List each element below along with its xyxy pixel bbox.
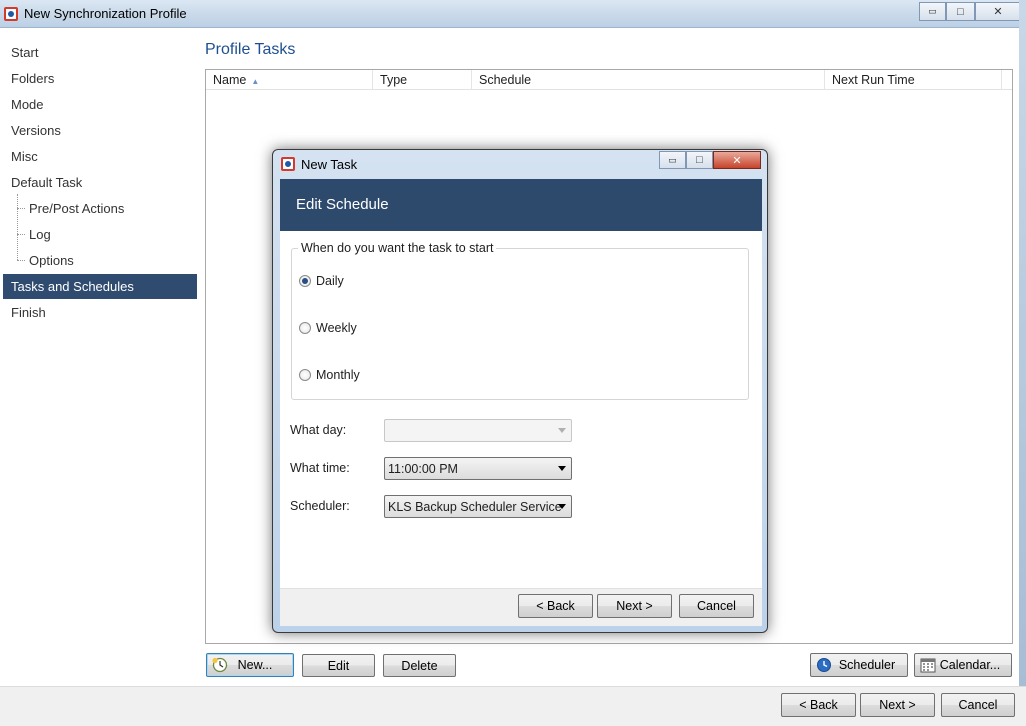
sidebar-item-log[interactable]: Log [3,222,197,247]
dialog-footer: < Back Next > Cancel [280,588,762,626]
clock-plus-icon [212,657,228,673]
dialog-minimize-button[interactable]: ▭ [659,151,686,169]
radio-weekly[interactable]: Weekly [299,319,357,337]
close-icon: ✕ [993,6,1003,18]
sort-ascending-icon: ▲ [251,77,260,86]
what-day-label: What day: [290,423,347,437]
window-title: New Synchronization Profile [24,6,187,21]
dialog-back-button[interactable]: < Back [518,594,593,618]
chevron-down-icon [558,466,566,471]
what-time-label: What time: [290,461,350,475]
cancel-button[interactable]: Cancel [941,693,1015,717]
radio-monthly[interactable]: Monthly [299,366,360,384]
scheduler-button[interactable]: Scheduler [810,653,908,677]
table-header: Name ▲ Type Schedule Next Run Time [206,70,1012,90]
radio-daily[interactable]: Daily [299,272,344,290]
clock-icon [817,658,831,672]
delete-task-button[interactable]: Delete [383,654,456,677]
sidebar-item-mode[interactable]: Mode [3,92,197,117]
sidebar-item-folders[interactable]: Folders [3,66,197,91]
scheduler-select[interactable]: KLS Backup Scheduler Service [384,495,572,518]
radio-button-checked[interactable] [299,275,311,287]
sidebar-item-finish[interactable]: Finish [3,300,197,325]
close-icon: ✕ [732,154,742,167]
new-task-dialog: New Task ▭ □ ✕ Edit Schedule When do you… [272,149,768,633]
dialog-next-button[interactable]: Next > [597,594,672,618]
sidebar-item-misc[interactable]: Misc [3,144,197,169]
column-header-next-run-time[interactable]: Next Run Time [825,70,1002,90]
radio-button[interactable] [299,369,311,381]
group-label: When do you want the task to start [298,241,497,255]
sidebar-item-tasks-and-schedules[interactable]: Tasks and Schedules [3,274,197,299]
maximize-icon: □ [957,5,964,18]
dialog-title: New Task [301,157,358,172]
dialog-close-button[interactable]: ✕ [713,151,761,169]
wizard-footer: < Back Next > Cancel [0,686,1026,726]
column-header-name[interactable]: Name ▲ [206,70,373,90]
edit-task-button[interactable]: Edit [302,654,375,677]
next-button[interactable]: Next > [860,693,935,717]
sidebar-nav: Start Folders Mode Versions Misc Default… [3,38,198,686]
calendar-button[interactable]: Calendar... [914,653,1012,677]
dialog-body: When do you want the task to start Daily… [280,231,762,588]
what-time-select[interactable]: 11:00:00 PM [384,457,572,480]
column-header-schedule[interactable]: Schedule [472,70,825,90]
minimize-icon: ▭ [668,154,677,165]
start-option-group: When do you want the task to start Daily… [291,241,749,400]
new-task-button[interactable]: New... [206,653,294,677]
dialog-maximize-button[interactable]: □ [686,151,713,169]
sidebar-item-versions[interactable]: Versions [3,118,197,143]
minimize-icon: ▭ [928,6,937,16]
minimize-button[interactable]: ▭ [919,2,946,21]
radio-button[interactable] [299,322,311,334]
dialog-header: Edit Schedule [280,179,762,231]
chevron-down-icon [558,504,566,509]
scheduler-label: Scheduler: [290,499,350,513]
sidebar-item-options[interactable]: Options [3,248,197,273]
app-icon [281,157,295,171]
sidebar-item-start[interactable]: Start [3,40,197,65]
window-title-bar: New Synchronization Profile ▭ □ ✕ [0,0,1026,28]
back-button[interactable]: < Back [781,693,856,717]
page-title: Profile Tasks [205,41,296,58]
chevron-down-icon [558,428,566,433]
calendar-icon [920,658,936,673]
maximize-button[interactable]: □ [946,2,975,21]
column-header-type[interactable]: Type [373,70,472,90]
app-icon [4,7,18,21]
what-day-select [384,419,572,442]
window-border [1019,0,1026,686]
sidebar-item-pre-post-actions[interactable]: Pre/Post Actions [3,196,197,221]
sidebar-item-default-task[interactable]: Default Task [3,170,197,195]
close-window-button[interactable]: ✕ [975,2,1021,21]
maximize-icon: □ [696,154,703,166]
dialog-cancel-button[interactable]: Cancel [679,594,754,618]
